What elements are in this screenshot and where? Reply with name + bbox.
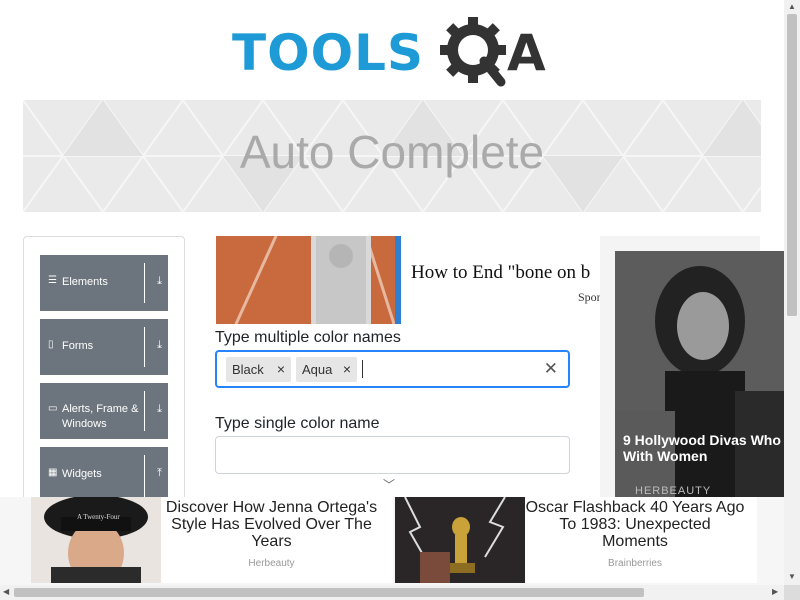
ad-knee-image[interactable] — [216, 236, 401, 324]
scroll-down-icon[interactable]: ▼ — [788, 572, 796, 581]
chip-aqua: Aqua × — [296, 357, 357, 382]
grid-icon: ▦ — [48, 467, 58, 478]
ad-top-sponsor: Spon — [578, 290, 600, 304]
group-separator — [144, 455, 145, 499]
ad-knee-illustration — [234, 236, 396, 324]
bottom-ad-source-2: Brainberries — [608, 558, 662, 569]
group-separator — [144, 263, 145, 303]
text-caret — [362, 360, 363, 378]
chip-remove-icon[interactable]: × — [277, 361, 285, 377]
sidebar: ☰ Elements ⤓ ▯ Forms ⤓ ▭ Alerts, Frame &… — [23, 236, 185, 516]
single-color-label: Type single color name — [215, 415, 380, 432]
multi-color-label: Type multiple color names — [215, 329, 401, 346]
page: TOOLS A Auto Complete ☰ Elements ⤓ ▯ For… — [0, 0, 800, 600]
ad-photo-oscar — [395, 497, 525, 583]
clear-all-icon[interactable]: ✕ — [544, 359, 558, 379]
logo-text-a: A — [507, 24, 546, 82]
vertical-scroll-thumb[interactable] — [787, 14, 797, 316]
sidebar-group-forms[interactable]: ▯ Forms ⤓ — [40, 319, 168, 375]
sidebar-group-alerts[interactable]: ▭ Alerts, Frame & Windows ⤓ — [40, 383, 168, 439]
window-icon: ▭ — [48, 403, 58, 414]
ad-right-title[interactable]: 9 Hollywood Divas Who With Women — [623, 432, 788, 464]
bottom-ad-image-1[interactable]: A Twenty-Four — [31, 497, 161, 583]
bottom-ad-image-2[interactable] — [395, 497, 525, 583]
logo-text-tools: TOOLS — [232, 24, 424, 82]
hamburger-icon: ☰ — [48, 275, 57, 286]
download-arrow-icon[interactable]: ⤓ — [157, 403, 162, 416]
sidebar-group-elements[interactable]: ☰ Elements ⤓ — [40, 255, 168, 311]
download-arrow-icon[interactable]: ⤓ — [157, 339, 162, 352]
ad-photo-jenna: A Twenty-Four — [31, 497, 161, 583]
chevron-down-icon: ﹀ — [383, 478, 396, 492]
ad-right-sponsor: HERBEAUTY — [635, 485, 712, 497]
document-icon: ▯ — [48, 339, 54, 350]
group-separator — [144, 327, 145, 367]
bottom-ad-title-2[interactable]: Oscar Flashback 40 Years Ago To 1983: Un… — [525, 499, 745, 550]
vertical-scrollbar[interactable]: ▲ ▼ — [784, 0, 800, 585]
bottom-ad-title-1[interactable]: Discover How Jenna Ortega's Style Has Ev… — [164, 499, 379, 550]
chip-black: Black × — [226, 357, 291, 382]
horizontal-scroll-thumb[interactable] — [14, 588, 644, 597]
scroll-up-icon[interactable]: ▲ — [788, 2, 796, 11]
ad-top-title[interactable]: How to End "bone on b — [411, 262, 601, 284]
single-color-input[interactable] — [215, 436, 570, 474]
page-title: Auto Complete — [239, 126, 545, 178]
scroll-left-icon[interactable]: ◀ — [3, 587, 9, 596]
bottom-ad-source-1: Herbeauty — [248, 558, 295, 569]
group-separator — [144, 391, 145, 431]
scroll-right-icon[interactable]: ▶ — [772, 587, 778, 596]
page-banner: Auto Complete — [23, 100, 761, 212]
horizontal-scrollbar[interactable]: ◀ ▶ — [0, 585, 784, 600]
download-arrow-icon[interactable]: ⤓ — [157, 275, 162, 288]
multi-color-input[interactable]: Black × Aqua × ✕ — [215, 350, 570, 388]
ad-image-stripe — [395, 236, 401, 324]
hat-text: A Twenty-Four — [77, 513, 120, 521]
toolsqa-logo[interactable]: TOOLS A — [232, 14, 562, 90]
scrollbar-corner — [784, 585, 800, 600]
chip-remove-icon[interactable]: × — [343, 361, 351, 377]
upload-arrow-icon[interactable]: ⤒ — [157, 467, 162, 480]
